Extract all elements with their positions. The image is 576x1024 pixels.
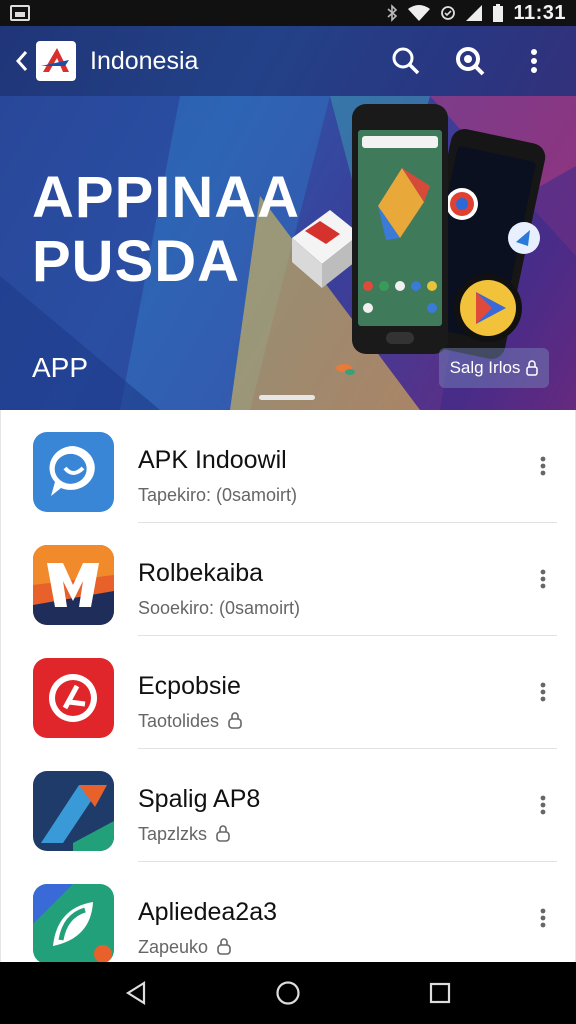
recents-square-icon[interactable] bbox=[410, 962, 470, 1024]
lock-icon bbox=[526, 360, 539, 376]
play-disc-graphic bbox=[454, 274, 522, 342]
bluetooth-icon bbox=[387, 4, 398, 22]
app-bar-title: Indonesia bbox=[90, 46, 199, 75]
more-vert-icon[interactable] bbox=[527, 670, 559, 714]
app-name: APK Indoowil bbox=[138, 446, 287, 474]
search-settings-icon[interactable] bbox=[438, 26, 502, 96]
more-vert-icon[interactable] bbox=[527, 783, 559, 827]
app-subtitle: Sooekiro: (0samoirt) bbox=[138, 598, 301, 618]
app-name: Ecpobsie bbox=[138, 672, 241, 700]
hero-title-line-2: PUSDA bbox=[32, 229, 241, 294]
list-item[interactable]: Apliedea2a3 Zapeuko bbox=[1, 862, 575, 962]
more-vert-icon[interactable] bbox=[527, 444, 559, 488]
list-item[interactable]: APK Indoowil Tapekiro: (0samoirt) bbox=[1, 410, 575, 523]
hero-subtitle: APP bbox=[32, 352, 89, 383]
more-vert-icon[interactable] bbox=[527, 896, 559, 940]
m-logo-icon bbox=[33, 545, 114, 625]
app-subtitle-text: Tapzlzks bbox=[138, 824, 208, 844]
more-vert-icon[interactable] bbox=[502, 26, 566, 96]
battery-icon bbox=[493, 4, 504, 22]
app-subtitle: Tapzlzks bbox=[138, 824, 230, 845]
list-item[interactable]: Rolbekaiba Sooekiro: (0samoirt) bbox=[1, 523, 575, 636]
lock-icon bbox=[217, 938, 231, 955]
e-logo-icon bbox=[33, 658, 114, 738]
lock-icon bbox=[228, 712, 242, 729]
status-bar: 11:31 bbox=[0, 0, 576, 26]
carousel-indicator bbox=[259, 395, 315, 400]
app-name: Apliedea2a3 bbox=[138, 898, 278, 926]
list-item[interactable]: Spalig AP8 Tapzlzks bbox=[1, 749, 575, 862]
home-circle-icon[interactable] bbox=[258, 962, 318, 1024]
status-time: 11:31 bbox=[513, 1, 566, 24]
search-icon[interactable] bbox=[374, 26, 438, 96]
hero-banner[interactable]: Indonesia APPINAA PUSDA APP Salg Irlos bbox=[0, 26, 576, 410]
app-bar: Indonesia bbox=[0, 26, 576, 96]
hero-title: APPINAA PUSDA bbox=[32, 166, 300, 294]
signal-icon bbox=[466, 5, 483, 21]
alarm-icon bbox=[441, 6, 456, 20]
app-subtitle: Tapekiro: (0samoirt) bbox=[138, 485, 298, 505]
app-subtitle: Zapeuko bbox=[138, 937, 231, 958]
gallery-notification-icon bbox=[10, 5, 30, 21]
leaf-logo-icon bbox=[33, 884, 114, 962]
app-list: APK Indoowil Tapekiro: (0samoirt) Rolbek… bbox=[0, 410, 576, 962]
hero-chip-label: Salg Irlos bbox=[449, 358, 521, 377]
app-subtitle-text: Zapeuko bbox=[138, 937, 209, 957]
app-name: Rolbekaiba bbox=[138, 559, 264, 587]
arrow-logo-icon bbox=[33, 771, 114, 851]
chat-bubble-icon bbox=[33, 432, 114, 512]
wifi-icon bbox=[408, 5, 431, 21]
navigation-bar bbox=[0, 962, 576, 1024]
back-icon[interactable] bbox=[10, 26, 34, 96]
app-name: Spalig AP8 bbox=[138, 785, 261, 813]
lock-icon bbox=[216, 825, 230, 842]
app-logo-icon bbox=[36, 41, 76, 81]
status-icons: 11:31 bbox=[386, 2, 566, 25]
main-phone-graphic bbox=[352, 104, 448, 354]
more-vert-icon[interactable] bbox=[527, 557, 559, 601]
app-subtitle-text: Taotolides bbox=[138, 711, 220, 731]
app-subtitle: Taotolides bbox=[138, 711, 242, 732]
list-item[interactable]: Ecpobsie Taotolides bbox=[1, 636, 575, 749]
back-triangle-icon[interactable] bbox=[106, 962, 166, 1024]
hero-chip-button[interactable]: Salg Irlos bbox=[439, 348, 549, 388]
hero-title-line-1: APPINAA bbox=[32, 165, 301, 230]
